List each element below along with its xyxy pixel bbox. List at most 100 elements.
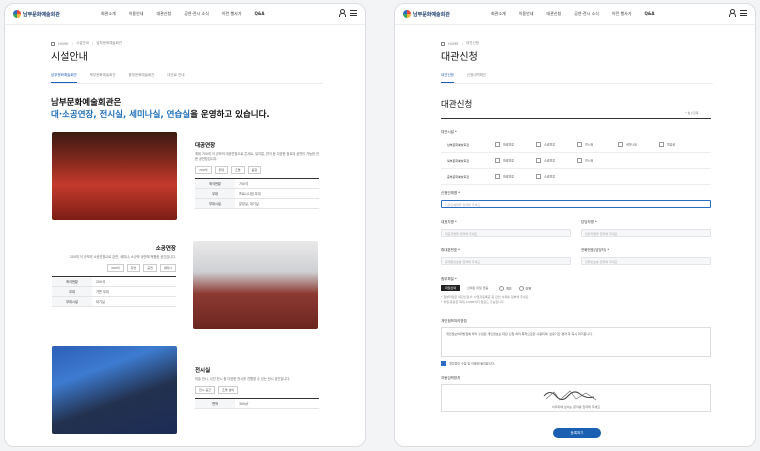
privacy-label: 개인정보처리방침 (441, 319, 467, 323)
spec-table: 좌석현황 200석 무대 가변 무대 부대시설 대기실 (52, 276, 176, 307)
checkbox[interactable] (495, 158, 500, 163)
spec-key: 부대시설 (195, 198, 235, 209)
user-icon[interactable] (339, 9, 346, 17)
phone-label: 휴대폰번호 * (441, 248, 460, 252)
facility-option[interactable]: 대공연장 (495, 142, 535, 147)
captcha-image (543, 390, 597, 401)
nav-item-rental[interactable]: 대관신청 (546, 11, 561, 17)
nav-item-events[interactable]: 공연·전시 소식 (184, 11, 209, 17)
nav-item-qna[interactable]: Q&A (645, 11, 655, 17)
facility-option[interactable]: 대공연장 (495, 174, 535, 179)
main-nav: 회관소개 이용안내 대관신청 공연·전시 소식 이런 행사가 Q&A (491, 11, 654, 17)
nav-item-programs[interactable]: 이런 행사가 (222, 11, 242, 17)
radio-individual[interactable] (499, 286, 504, 291)
gallery-photo (52, 346, 177, 434)
section-desc: 200여 석 규모의 소공연장으로 강연, 세미나, 소규모 공연에 적합한 공… (69, 255, 176, 259)
breadcrumb-current[interactable]: 남부문화예술회관 (96, 41, 122, 46)
nav-item-events[interactable]: 공연·전시 소식 (574, 11, 599, 17)
tab-check[interactable]: 신청내역확인 (467, 73, 486, 83)
facility-option[interactable]: 연습실 (658, 142, 699, 147)
facility-select-table: 남부문화예술회관 대공연장 소공연장 전시실 세미나실 연습실 북부문화예술회관… (441, 137, 711, 185)
breadcrumb-current[interactable]: 대관신청 (466, 41, 479, 46)
checkbox[interactable] (658, 142, 664, 147)
facility-option[interactable]: 전시실 (576, 158, 617, 163)
nav-item-guide[interactable]: 이용안내 (519, 11, 534, 17)
form-divider (441, 118, 711, 119)
spec-table: 좌석현황 700석 무대 프로시니엄 무대 부대시설 분장실, 대기실 (195, 178, 319, 209)
section-title: 대공연장 (195, 143, 216, 149)
agree-checkbox[interactable] (441, 361, 446, 366)
breadcrumb-home[interactable]: HOME (448, 42, 459, 46)
facility-option[interactable]: 대공연장 (495, 158, 535, 163)
nav-item-programs[interactable]: 이런 행사가 (612, 11, 632, 17)
name-input[interactable]: 대표자명을 입력해 주세요 (441, 229, 571, 237)
tag: 공연 (143, 264, 157, 272)
nav-item-about[interactable]: 회관소개 (491, 11, 506, 17)
submit-button[interactable]: 등록하기 (553, 428, 601, 438)
phone-input[interactable]: 휴대폰번호를 입력해 주세요 (441, 257, 571, 265)
tab-south[interactable]: 남부문화예술회관 (51, 73, 77, 83)
tel-input[interactable]: 전화번호를 입력해 주세요 (581, 257, 711, 265)
spec-value: 200석 (92, 276, 176, 287)
contact-label: 담당자명 * (581, 220, 597, 224)
radio-label: 단체 (525, 286, 532, 291)
home-icon[interactable] (441, 41, 445, 46)
tab-apply[interactable]: 대관신청 (441, 73, 454, 83)
tag: 음향 (247, 166, 262, 174)
nav-item-about[interactable]: 회관소개 (101, 11, 116, 17)
radio-group: 개인 단체 (499, 286, 531, 291)
main-nav: 회관소개 이용안내 대관신청 공연·전시 소식 이런 행사가 Q&A (101, 11, 264, 17)
checkbox[interactable] (495, 174, 500, 179)
facility-option[interactable]: 전시실 (576, 142, 617, 147)
site-logo[interactable]: 남부문화예술회관 (13, 10, 60, 18)
breadcrumb: HOME › 대관신청 (441, 41, 479, 46)
breadcrumb-sep: › (91, 41, 94, 46)
checkbox[interactable] (535, 174, 541, 179)
menu-icon[interactable] (740, 10, 747, 16)
site-logo[interactable]: 남부문화예술회관 (403, 10, 450, 18)
nav-item-guide[interactable]: 이용안내 (129, 11, 144, 17)
facility-tabs: 남부문화예술회관 북부문화예술회관 중부문화예술회관 대관료 안내 (51, 73, 323, 84)
tab-fees[interactable]: 대관료 안내 (167, 73, 184, 83)
small-hall-photo (193, 241, 318, 329)
spec-value: 가변 무대 (92, 286, 176, 297)
facility-option[interactable]: 세미나실 (617, 142, 658, 147)
checkbox[interactable] (617, 142, 623, 147)
checkbox[interactable] (535, 158, 541, 163)
tab-north[interactable]: 북부문화예술회관 (90, 73, 116, 83)
applicant-input[interactable]: 신청단체명을 입력해 주세요 (441, 200, 711, 208)
facility-group-label: 북부문화예술회관 (441, 152, 494, 169)
section-title: 전시실 (195, 368, 211, 374)
agree-row[interactable]: 개인정보 수집 및 이용에 동의합니다. (441, 361, 495, 366)
tab-central[interactable]: 중부문화예술회관 (129, 73, 155, 83)
spec-key: 좌석현황 (195, 178, 235, 189)
logo-text: 남부문화예술회관 (23, 11, 60, 18)
menu-icon[interactable] (350, 10, 357, 16)
facility-option[interactable]: 소공연장 (535, 158, 576, 163)
breadcrumb-home[interactable]: HOME (58, 42, 69, 46)
facility-option[interactable]: 소공연장 (535, 174, 576, 179)
home-icon[interactable] (51, 41, 55, 46)
section-small-hall: 소공연장 200여 석 규모의 소공연장으로 강연, 세미나, 소규모 공연에 … (52, 244, 176, 307)
section-desc: 최대 700여 석 규모의 대공연장으로 콘서트, 뮤지컬, 연극 등 다양한 … (195, 152, 319, 161)
breadcrumb-sep: › (461, 41, 464, 46)
agree-text: 개인정보 수집 및 이용에 동의합니다. (449, 361, 496, 366)
intro-heading: 남부문화예술회관은 대·소공연장, 전시실, 세미나실, 연습실을 운영하고 있… (51, 97, 270, 121)
checkbox[interactable] (576, 142, 582, 147)
user-icon[interactable] (729, 9, 736, 17)
checkbox[interactable] (535, 142, 541, 147)
checkbox[interactable] (495, 142, 500, 147)
nav-item-qna[interactable]: Q&A (255, 11, 265, 17)
section-title: 소공연장 (155, 246, 176, 252)
page-title: 대관신청 (441, 52, 478, 63)
checkbox[interactable] (576, 158, 582, 163)
privacy-textbox[interactable]: 개인정보처리방침에 따라 수집된 개인정보는 대관 신청 처리 목적으로만 사용… (441, 327, 711, 357)
file-select-button[interactable]: 파일선택 (441, 285, 461, 291)
radio-group-option[interactable] (518, 286, 524, 291)
facility-option[interactable]: 소공연장 (535, 142, 576, 147)
nav-item-rental[interactable]: 대관신청 (156, 11, 171, 17)
contact-input[interactable]: 담당자명을 입력해 주세요 (581, 229, 711, 237)
breadcrumb-item[interactable]: 시설안내 (76, 41, 89, 46)
spec-value: 700석 (235, 178, 319, 189)
captcha-label: 자동입력방지 (441, 376, 461, 380)
